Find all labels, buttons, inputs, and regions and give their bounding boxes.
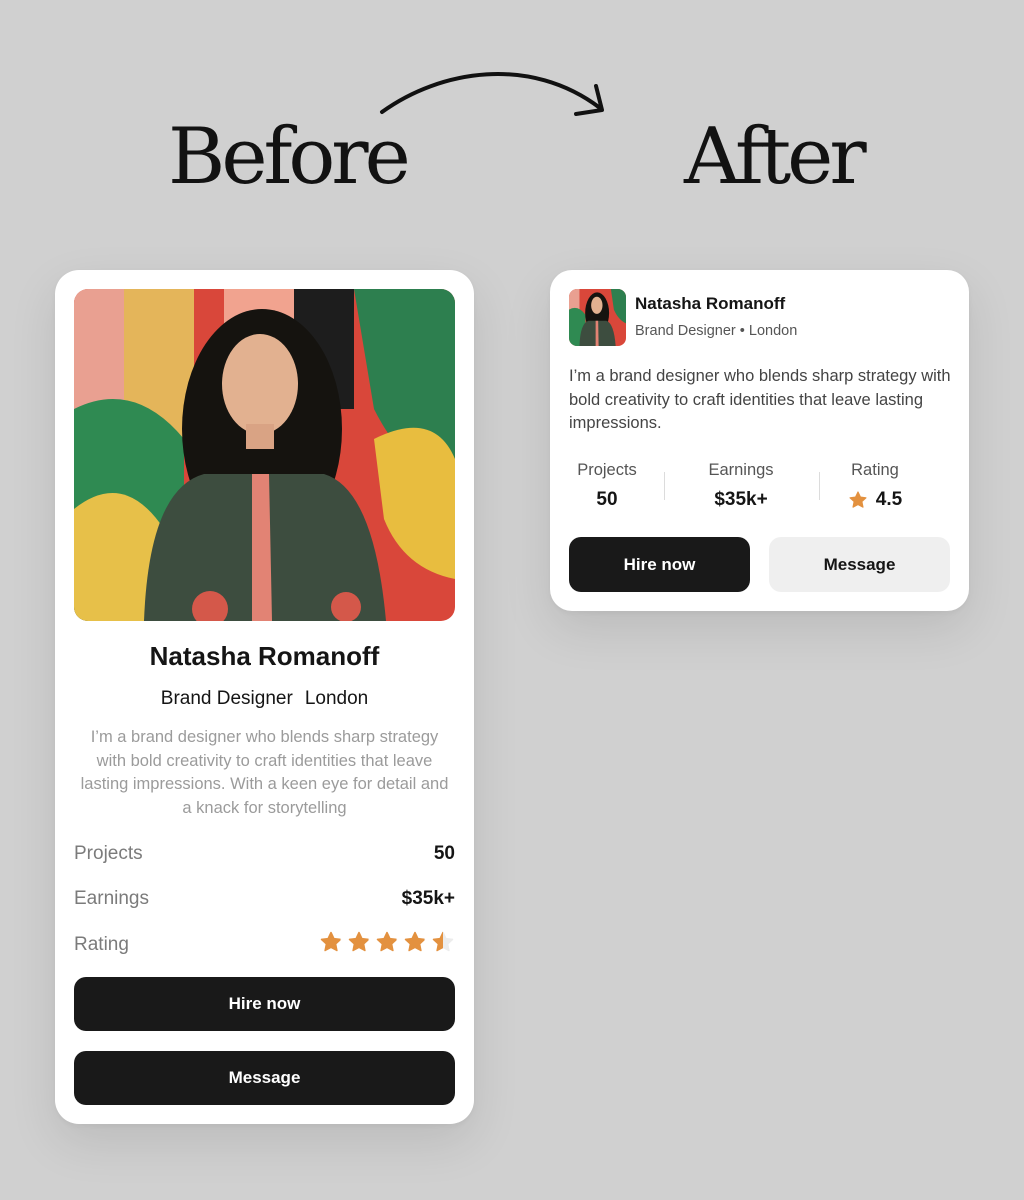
stat-label: Earnings	[74, 888, 149, 909]
stat-divider	[664, 472, 665, 500]
star-icon	[347, 930, 371, 960]
stat-value: $35k+	[401, 888, 455, 909]
stat-rating: Rating 4.5	[815, 461, 935, 511]
profile-bio: I’m a brand designer who blends sharp st…	[569, 367, 951, 432]
profile-bio: I’m a brand designer who blends sharp st…	[80, 728, 449, 817]
stat-row-earnings: Earnings $35k+	[74, 887, 455, 911]
star-icon	[375, 930, 399, 960]
profile-location: London	[304, 688, 369, 709]
stat-row-projects: Projects 50	[74, 842, 455, 866]
before-profile-card: Natasha Romanoff Brand Designer London I’…	[55, 270, 474, 1124]
profile-photo	[74, 289, 455, 621]
after-heading: After	[684, 112, 867, 202]
profile-role-location: Brand Designer • London	[635, 323, 798, 339]
stat-label: Rating	[74, 934, 129, 955]
hire-now-button[interactable]: Hire now	[74, 977, 455, 1031]
message-button[interactable]: Message	[769, 537, 950, 592]
message-button[interactable]: Message	[74, 1051, 455, 1105]
hire-now-button[interactable]: Hire now	[569, 537, 750, 592]
stat-value: 50	[596, 489, 618, 510]
stat-value: 50	[433, 843, 455, 864]
profile-role-location: Brand Designer London	[55, 688, 474, 710]
star-icon	[431, 930, 455, 960]
star-icon	[403, 930, 427, 960]
profile-role: Brand Designer	[160, 688, 293, 709]
stat-projects: Projects 50	[547, 461, 667, 511]
stat-label: Rating	[851, 461, 899, 479]
stat-row-rating: Rating	[74, 930, 455, 960]
star-icon	[849, 491, 867, 508]
avatar	[569, 289, 626, 346]
profile-name: Natasha Romanoff	[149, 641, 380, 671]
profile-name: Natasha Romanoff	[635, 294, 786, 313]
stat-label: Projects	[74, 843, 143, 864]
curved-arrow-icon	[380, 72, 604, 116]
star-rating	[319, 930, 455, 960]
stat-value: $35k+	[714, 489, 768, 510]
stat-label: Projects	[577, 461, 637, 479]
star-icon	[319, 930, 343, 960]
stat-earnings: Earnings $35k+	[681, 461, 801, 511]
stat-value: 4.5	[815, 489, 935, 511]
after-profile-card: Natasha Romanoff Brand Designer • London…	[550, 270, 969, 611]
stat-label: Earnings	[708, 461, 774, 479]
